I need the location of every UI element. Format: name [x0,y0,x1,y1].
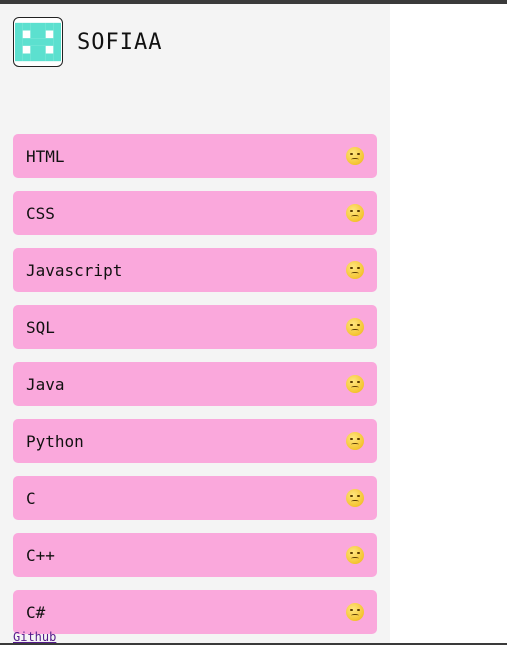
downcast-sweat-face-icon [346,432,364,450]
weary-face-icon [346,603,364,621]
language-item-javascript[interactable]: Javascript [13,248,377,292]
language-item-java[interactable]: Java [13,362,377,406]
language-label: CSS [26,203,55,223]
sidebar: SOFIAA HTML CSS Javascript SQL Java Pyth… [0,4,390,643]
language-item-sql[interactable]: SQL [13,305,377,349]
language-label: C++ [26,545,55,565]
language-list: HTML CSS Javascript SQL Java Python C C+… [13,134,377,647]
language-item-csharp[interactable]: C# [13,590,377,634]
language-label: Python [26,431,84,451]
language-item-css[interactable]: CSS [13,191,377,235]
persevering-face-icon [346,489,364,507]
brand-name: SOFIAA [77,29,163,55]
disappointed-face-icon [346,546,364,564]
confounded-face-icon [346,147,364,165]
language-item-html[interactable]: HTML [13,134,377,178]
brand[interactable]: SOFIAA [13,17,162,67]
sad-sweat-face-icon [346,204,364,222]
language-item-c[interactable]: C [13,476,377,520]
language-label: HTML [26,146,65,166]
language-label: Java [26,374,65,394]
language-label: SQL [26,317,55,337]
crying-face-icon [346,375,364,393]
language-label: C [26,488,36,508]
github-link[interactable]: Github [13,630,56,644]
pixel-logo-icon [13,17,63,67]
language-label: Javascript [26,260,123,280]
language-item-python[interactable]: Python [13,419,377,463]
smirking-face-icon [346,318,364,336]
sleeping-face-icon [346,261,364,279]
language-label: C# [26,602,46,622]
language-item-cpp[interactable]: C++ [13,533,377,577]
